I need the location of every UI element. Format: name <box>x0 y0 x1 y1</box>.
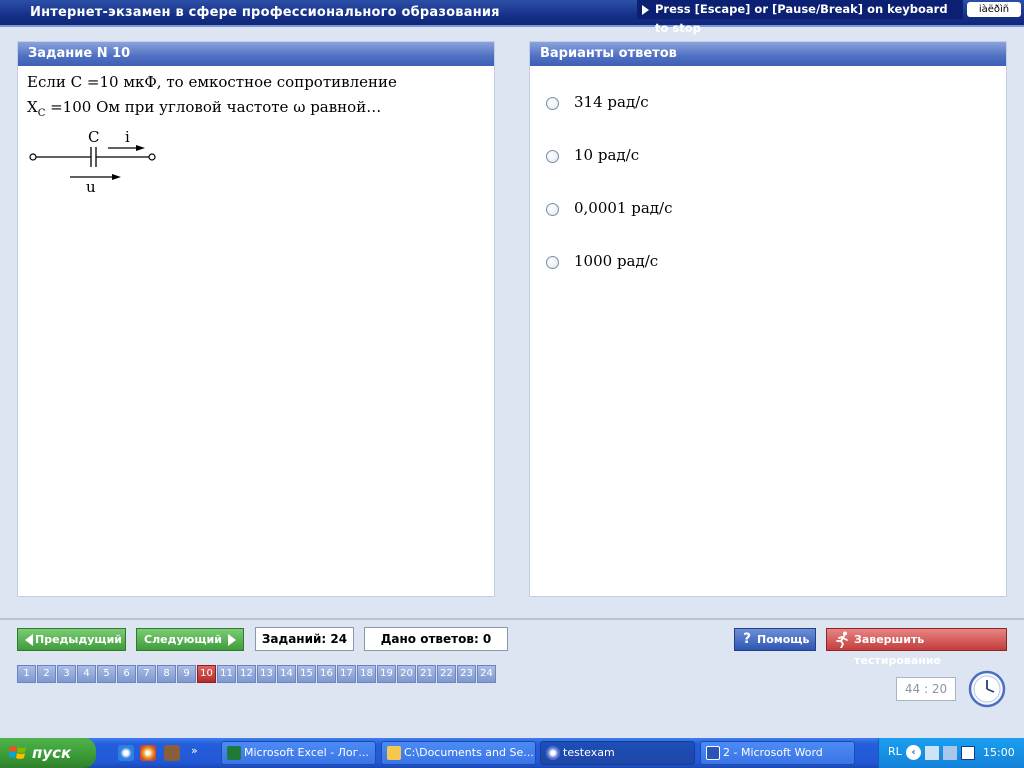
task-number-3[interactable]: 3 <box>57 665 76 683</box>
start-button[interactable]: пуск <box>0 738 96 768</box>
task-number-navigation: 1 2 3 4 5 6 7 8 9 10 11 12 13 14 15 16 17 18 19 20 21 22 23 24 <box>17 665 497 683</box>
clock-time: 15:00 <box>983 746 1015 759</box>
previous-label: Предыдущий <box>34 633 122 646</box>
start-label: пуск <box>32 744 72 762</box>
answer-label[interactable]: 0,0001 рад/с <box>574 199 673 217</box>
escape-hint-text: Press [Escape] or [Pause/Break] on keybo… <box>655 2 948 35</box>
taskbar-item-testexam[interactable]: testexam <box>540 741 695 765</box>
taskbar-item-excel[interactable]: Microsoft Excel - Лог... <box>221 741 376 765</box>
current-arrow-head <box>136 145 145 151</box>
task-number-21[interactable]: 21 <box>417 665 436 683</box>
excel-icon <box>227 746 241 760</box>
taskbar-item-label: Microsoft Excel - Лог... <box>244 746 369 759</box>
task-number-13[interactable]: 13 <box>257 665 276 683</box>
tasks-count: Заданий: 24 <box>255 627 354 651</box>
answered-count: Дано ответов: 0 <box>364 627 508 651</box>
clock-icon <box>968 670 1006 708</box>
radio-button[interactable] <box>546 150 559 163</box>
quicklaunch-more-icon[interactable]: » <box>191 744 198 757</box>
task-number-22[interactable]: 22 <box>437 665 456 683</box>
task-number-16[interactable]: 16 <box>317 665 336 683</box>
divider <box>0 618 1024 620</box>
taskbar-item-explorer[interactable]: C:\Documents and Se... <box>381 741 536 765</box>
task-number-8[interactable]: 8 <box>157 665 176 683</box>
x-symbol: X <box>27 98 38 116</box>
task-number-4[interactable]: 4 <box>77 665 96 683</box>
taskbar: пуск » Microsoft Excel - Лог... C:\Docum… <box>0 738 1024 768</box>
next-label: Следующий <box>144 633 222 646</box>
previous-button[interactable]: Предыдущий <box>17 628 126 651</box>
system-tray: RL ‹ 15:00 <box>878 738 1024 768</box>
task-number-15[interactable]: 15 <box>297 665 316 683</box>
media-tray-icon[interactable] <box>961 746 975 760</box>
windows-logo-icon <box>9 746 26 759</box>
task-number-2[interactable]: 2 <box>37 665 56 683</box>
taskbar-item-label: 2 - Microsoft Word <box>723 746 823 759</box>
capacitor-circuit-diagram: C i u <box>29 128 156 195</box>
task-number-20[interactable]: 20 <box>397 665 416 683</box>
taskbar-item-label: C:\Documents and Se... <box>404 746 534 759</box>
answer-label[interactable]: 10 рад/с <box>574 146 639 164</box>
finish-label: Завершить тестирование <box>854 633 942 667</box>
language-indicator[interactable]: RL <box>888 745 902 758</box>
answers-panel: Варианты ответов 314 рад/с 10 рад/с 0,00… <box>529 41 1007 597</box>
language-box: iàëðìñ <box>967 2 1021 17</box>
quicklaunch-app-icon[interactable] <box>164 745 180 761</box>
task-number-6[interactable]: 6 <box>117 665 136 683</box>
word-icon <box>706 746 720 760</box>
app-title: Интернет-экзамен в сфере профессионально… <box>30 5 500 20</box>
voltage-label: u <box>86 178 96 195</box>
question-line-2-rest: =100 Ом при угловой частоте ω равной… <box>45 98 382 116</box>
tray-expand-icon[interactable]: ‹ <box>906 745 921 760</box>
internet-explorer-icon[interactable] <box>118 745 134 761</box>
testexam-icon <box>546 746 560 760</box>
arrow-left-icon <box>25 634 33 646</box>
runner-icon <box>836 631 848 648</box>
terminal-right <box>148 153 156 161</box>
task-number-5[interactable]: 5 <box>97 665 116 683</box>
task-number-14[interactable]: 14 <box>277 665 296 683</box>
task-header: Задание N 10 <box>18 42 494 66</box>
question-icon: ? <box>743 631 752 647</box>
radio-button[interactable] <box>546 97 559 110</box>
folder-icon <box>387 746 401 760</box>
task-number-1[interactable]: 1 <box>17 665 36 683</box>
terminal-left <box>29 153 37 161</box>
task-number-9[interactable]: 9 <box>177 665 196 683</box>
answer-label[interactable]: 314 рад/с <box>574 93 649 111</box>
task-number-24[interactable]: 24 <box>477 665 496 683</box>
network-icon[interactable] <box>925 746 939 760</box>
arrow-right-icon <box>228 634 236 646</box>
escape-hint: Press [Escape] or [Pause/Break] on keybo… <box>637 0 963 35</box>
task-number-10[interactable]: 10 <box>197 665 216 683</box>
question-line-2: XC =100 Ом при угловой частоте ω равной… <box>27 98 381 119</box>
help-label: Помощь <box>757 633 810 646</box>
task-panel: Задание N 10 Если C =10 мкФ, то емкостно… <box>17 41 495 597</box>
answer-label[interactable]: 1000 рад/с <box>574 252 658 270</box>
help-button[interactable]: ? Помощь <box>734 628 816 651</box>
task-number-17[interactable]: 17 <box>337 665 356 683</box>
capacitor-label: C <box>88 128 99 146</box>
voltage-arrow-head <box>112 174 121 180</box>
task-number-18[interactable]: 18 <box>357 665 376 683</box>
next-button[interactable]: Следующий <box>136 628 244 651</box>
finish-test-button[interactable]: Завершить тестирование <box>826 628 1007 667</box>
answers-header: Варианты ответов <box>530 42 1006 66</box>
task-number-11[interactable]: 11 <box>217 665 236 683</box>
taskbar-item-label: testexam <box>563 746 615 759</box>
radio-button[interactable] <box>546 256 559 269</box>
task-number-19[interactable]: 19 <box>377 665 396 683</box>
timer: 44 : 20 <box>896 677 956 701</box>
media-player-icon[interactable] <box>140 745 156 761</box>
question-line-1: Если C =10 мкФ, то емкостное сопротивлен… <box>27 73 397 91</box>
title-bar: Интернет-экзамен в сфере профессионально… <box>0 0 1024 35</box>
task-number-12[interactable]: 12 <box>237 665 256 683</box>
radio-button[interactable] <box>546 203 559 216</box>
current-label: i <box>125 128 130 146</box>
play-icon <box>642 5 649 15</box>
task-number-23[interactable]: 23 <box>457 665 476 683</box>
taskbar-item-word[interactable]: 2 - Microsoft Word <box>700 741 855 765</box>
display-icon[interactable] <box>943 746 957 760</box>
task-number-7[interactable]: 7 <box>137 665 156 683</box>
